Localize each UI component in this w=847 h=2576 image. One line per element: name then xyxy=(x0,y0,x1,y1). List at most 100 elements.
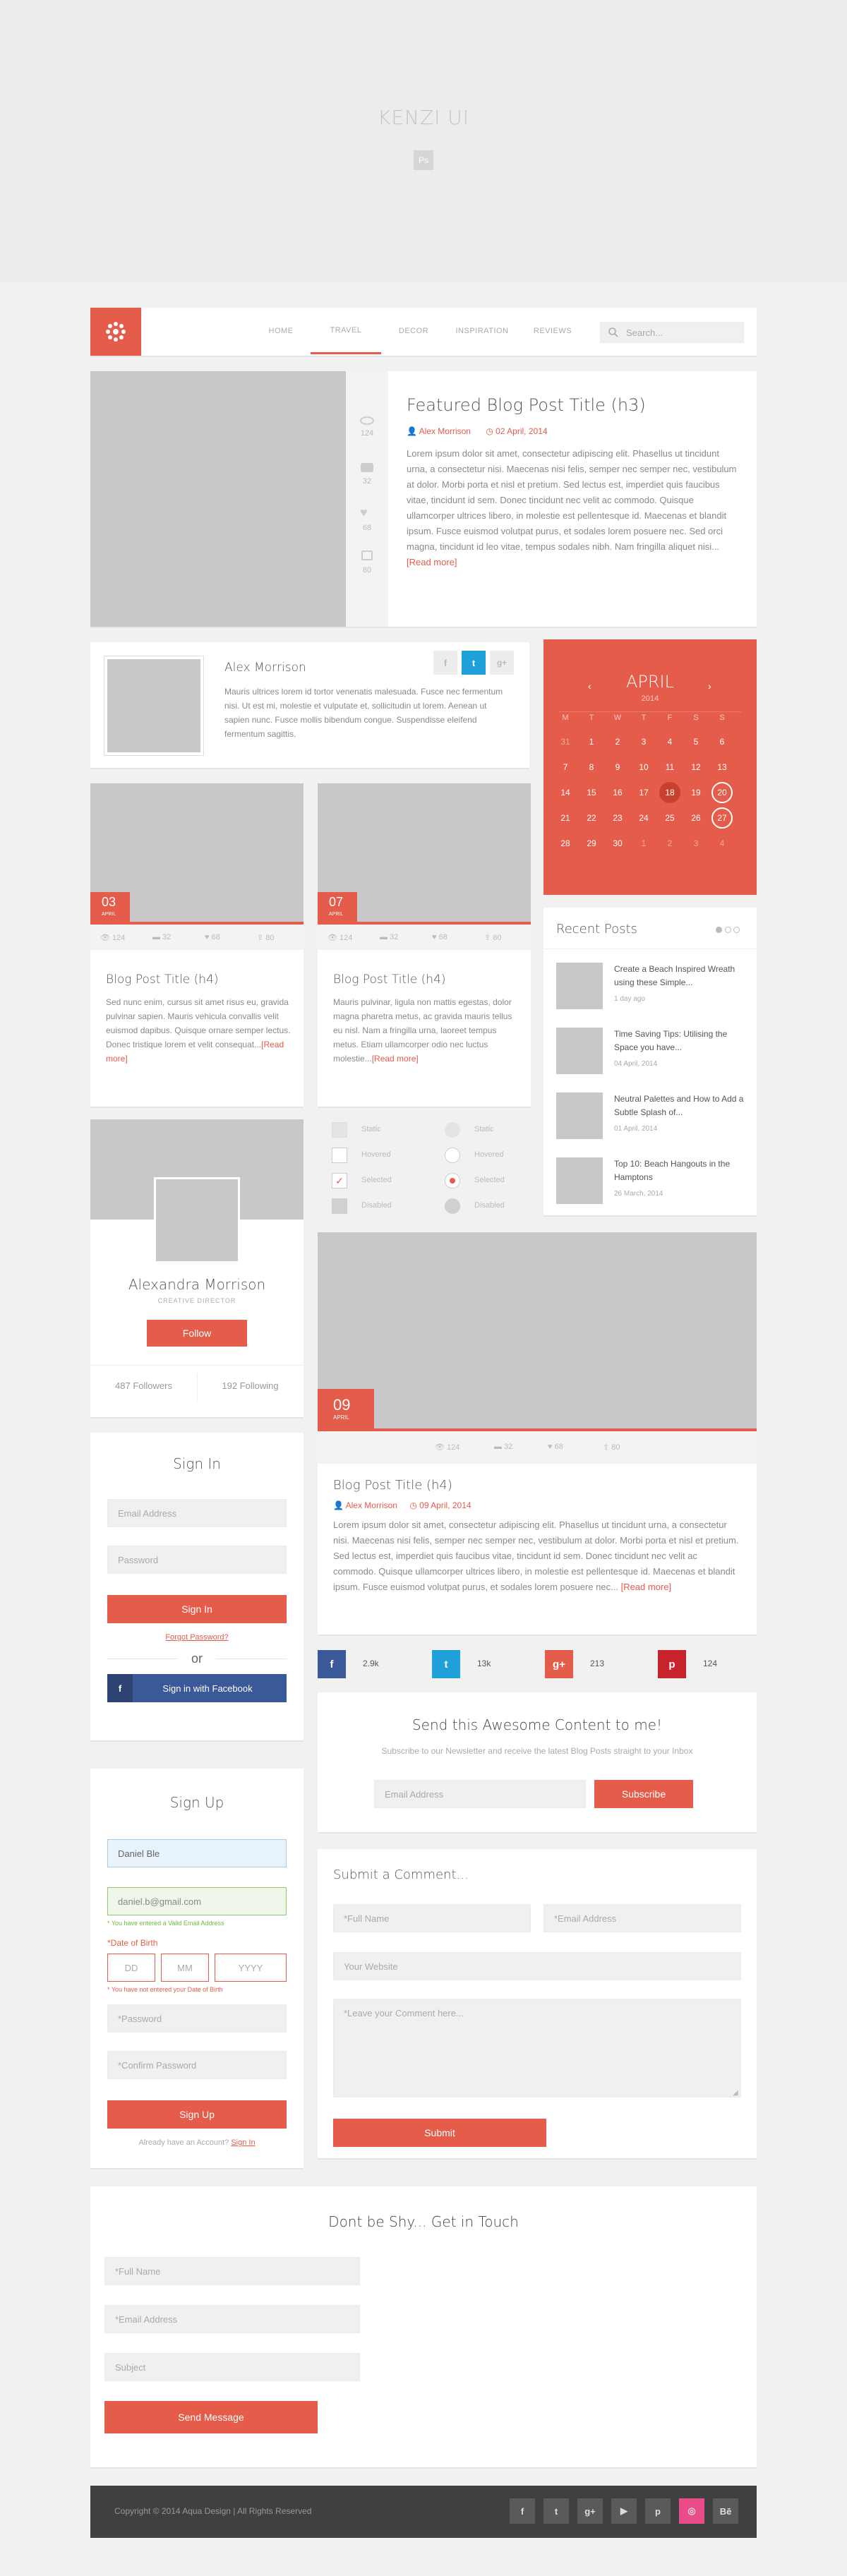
radio-static[interactable] xyxy=(445,1122,460,1138)
calendar-day[interactable]: 3 xyxy=(685,833,707,854)
recent-post-title[interactable]: Time Saving Tips: Utilising the Space yo… xyxy=(614,1028,745,1054)
calendar-day[interactable]: 1 xyxy=(581,731,602,752)
comment-textarea[interactable]: *Leave your Comment here... xyxy=(333,1999,741,2097)
nav-reviews[interactable]: REVIEWS xyxy=(521,308,584,354)
comment-website-input[interactable]: Your Website xyxy=(333,1952,741,1980)
share-pinterest-button[interactable]: p xyxy=(658,1650,686,1678)
calendar-day[interactable]: 4 xyxy=(711,833,733,854)
calendar-day[interactable]: 9 xyxy=(607,757,628,778)
checkbox-hovered[interactable] xyxy=(332,1148,347,1163)
calendar-day[interactable]: 23 xyxy=(607,807,628,829)
author-facebook-button[interactable]: f xyxy=(433,651,457,675)
calendar-day[interactable]: 18 xyxy=(659,782,680,803)
follow-button[interactable]: Follow xyxy=(147,1320,247,1347)
calendar-day[interactable]: 12 xyxy=(685,757,707,778)
comment-email-input[interactable]: *Email Address xyxy=(543,1904,741,1932)
footer-facebook-icon[interactable]: f xyxy=(510,2498,535,2524)
nav-home[interactable]: HOME xyxy=(253,308,309,354)
calendar-day[interactable]: 19 xyxy=(685,782,707,803)
author-google-button[interactable]: g+ xyxy=(490,651,514,675)
calendar-day[interactable]: 16 xyxy=(607,782,628,803)
calendar-day[interactable]: 15 xyxy=(581,782,602,803)
calendar-day[interactable]: 13 xyxy=(711,757,733,778)
nav-travel[interactable]: TRAVEL xyxy=(311,308,381,354)
send-message-button[interactable]: Send Message xyxy=(104,2401,318,2433)
calendar-day[interactable]: 8 xyxy=(581,757,602,778)
footer-dribbble-icon[interactable]: ◎ xyxy=(679,2498,704,2524)
calendar-day[interactable]: 20 xyxy=(711,782,733,803)
big-post-title[interactable]: Blog Post Title (h4) xyxy=(333,1478,452,1493)
calendar-day[interactable]: 4 xyxy=(659,731,680,752)
calendar-day[interactable]: 14 xyxy=(555,782,576,803)
signin-password-input[interactable]: Password xyxy=(107,1546,287,1574)
calendar-day[interactable]: 3 xyxy=(633,731,654,752)
signin-button[interactable]: Sign In xyxy=(107,1595,287,1623)
profile-followers[interactable]: 487 Followers xyxy=(90,1380,197,1391)
calendar-day[interactable]: 31 xyxy=(555,731,576,752)
signin-email-input[interactable]: Email Address xyxy=(107,1499,287,1527)
calendar-day[interactable]: 25 xyxy=(659,807,680,829)
forgot-password-link[interactable]: Forgot Password? xyxy=(90,1633,304,1642)
search-input[interactable]: Search... xyxy=(600,322,744,343)
footer-behance-icon[interactable]: Bē xyxy=(713,2498,738,2524)
calendar-day[interactable]: 30 xyxy=(607,833,628,854)
signup-button[interactable]: Sign Up xyxy=(107,2100,287,2129)
calendar-day[interactable]: 17 xyxy=(633,782,654,803)
footer-youtube-icon[interactable]: ▶ xyxy=(611,2498,637,2524)
radio-hovered[interactable] xyxy=(445,1148,460,1163)
calendar-day[interactable]: 2 xyxy=(659,833,680,854)
nav-inspiration[interactable]: INSPIRATION xyxy=(443,308,521,354)
footer-twitter-icon[interactable]: t xyxy=(543,2498,569,2524)
footer-google-icon[interactable]: g+ xyxy=(577,2498,603,2524)
contact-email-input[interactable]: *Email Address xyxy=(104,2305,360,2333)
share-google-button[interactable]: g+ xyxy=(545,1650,573,1678)
signup-password-input[interactable]: *Password xyxy=(107,2004,287,2033)
comment-submit-button[interactable]: Submit xyxy=(333,2119,546,2147)
comment-name-input[interactable]: *Full Name xyxy=(333,1904,531,1932)
recent-post-title[interactable]: Create a Beach Inspired Wreath using the… xyxy=(614,963,745,989)
calendar-day[interactable]: 28 xyxy=(555,833,576,854)
calendar-day[interactable]: 6 xyxy=(711,731,733,752)
logo[interactable] xyxy=(90,308,141,356)
small-post-read-more[interactable]: [Read more] xyxy=(372,1054,419,1064)
textarea-resize-handle[interactable]: ◢ xyxy=(733,2089,738,2097)
calendar-day[interactable]: 2 xyxy=(607,731,628,752)
contact-name-input[interactable]: *Full Name xyxy=(104,2257,360,2285)
calendar-day[interactable]: 29 xyxy=(581,833,602,854)
footer-pinterest-icon[interactable]: p xyxy=(645,2498,671,2524)
small-post-title[interactable]: Blog Post Title (h4) xyxy=(333,973,446,987)
calendar-day[interactable]: 27 xyxy=(711,807,733,829)
calendar-day[interactable]: 21 xyxy=(555,807,576,829)
facebook-signin-button[interactable]: f Sign in with Facebook xyxy=(107,1674,287,1702)
radio-selected[interactable] xyxy=(445,1173,460,1188)
calendar-day[interactable]: 26 xyxy=(685,807,707,829)
recent-post-thumb[interactable] xyxy=(556,1157,603,1204)
recent-post-thumb[interactable] xyxy=(556,1093,603,1139)
signup-signin-link[interactable]: Sign In xyxy=(231,2138,255,2147)
featured-title[interactable]: Featured Blog Post Title (h3) xyxy=(407,395,646,415)
recent-post-title[interactable]: Top 10: Beach Hangouts in the Hamptons xyxy=(614,1157,745,1184)
calendar-day[interactable]: 24 xyxy=(633,807,654,829)
recent-post-thumb[interactable] xyxy=(556,1028,603,1074)
signup-email-input[interactable]: daniel.b@gmail.com xyxy=(107,1887,287,1915)
checkbox-static[interactable] xyxy=(332,1122,347,1138)
nav-decor[interactable]: DECOR xyxy=(385,308,442,354)
calendar-day[interactable]: 11 xyxy=(659,757,680,778)
dob-month-input[interactable]: MM xyxy=(161,1954,209,1982)
subscribe-button[interactable]: Subscribe xyxy=(594,1780,693,1808)
author-twitter-button[interactable]: t xyxy=(462,651,486,675)
share-facebook-button[interactable]: f xyxy=(318,1650,346,1678)
big-post-author[interactable]: Alex Morrison xyxy=(346,1500,397,1510)
recent-pager[interactable] xyxy=(716,925,740,935)
calendar-day[interactable]: 7 xyxy=(555,757,576,778)
signup-name-input[interactable]: Daniel Ble xyxy=(107,1839,287,1867)
featured-author[interactable]: Alex Morrison xyxy=(419,426,471,436)
calendar-day[interactable]: 1 xyxy=(633,833,654,854)
calendar-day[interactable]: 5 xyxy=(685,731,707,752)
calendar-day[interactable]: 22 xyxy=(581,807,602,829)
newsletter-email-input[interactable]: Email Address xyxy=(374,1780,586,1808)
recent-post-thumb[interactable] xyxy=(556,963,603,1009)
dob-year-input[interactable]: YYYY xyxy=(215,1954,287,1982)
share-twitter-button[interactable]: t xyxy=(432,1650,460,1678)
signup-confirm-input[interactable]: *Confirm Password xyxy=(107,2051,287,2079)
